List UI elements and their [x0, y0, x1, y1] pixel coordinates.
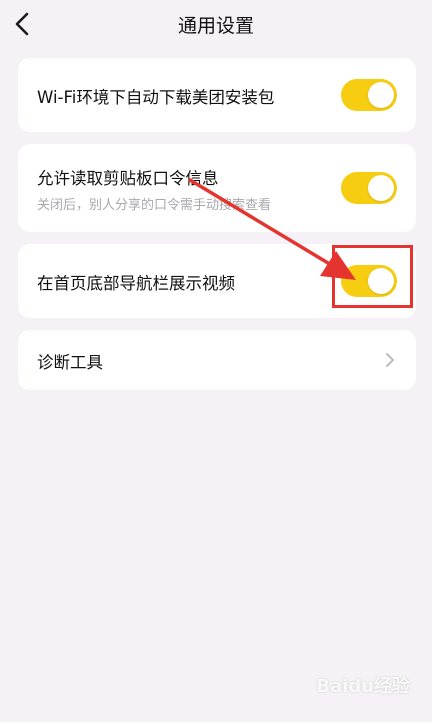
chevron-right-icon: [386, 353, 394, 367]
watermark: Baidu经验: [316, 676, 410, 697]
clipboard-label: 允许读取剪贴板口令信息: [37, 169, 219, 188]
toggle-knob: [368, 268, 394, 294]
nav-video-toggle[interactable]: [341, 265, 397, 297]
wifi-download-label: Wi-Fi环境下自动下载美团安装包: [37, 88, 275, 107]
page-title: 通用设置: [177, 15, 254, 37]
header: 通用设置: [0, 0, 432, 48]
toggle-knob: [368, 175, 394, 201]
clipboard-description: 关闭后，别人分享的口令需手动搜索查看: [37, 198, 272, 213]
wifi-download-toggle[interactable]: [341, 79, 397, 111]
diagnostics-item[interactable]: 诊断工具: [18, 330, 416, 390]
general-settings-screen: 通用设置 Wi-Fi环境下自动下载美团安装包 允许读取剪贴板口令信息 关闭后，别…: [0, 0, 432, 722]
clipboard-toggle[interactable]: [341, 172, 397, 204]
clipboard-setting: 允许读取剪贴板口令信息 关闭后，别人分享的口令需手动搜索查看: [18, 144, 416, 232]
toggle-knob: [368, 82, 394, 108]
nav-video-label: 在首页底部导航栏展示视频: [37, 274, 235, 293]
wifi-download-setting: Wi-Fi环境下自动下载美团安装包: [18, 58, 416, 132]
nav-video-setting: 在首页底部导航栏展示视频: [18, 244, 416, 318]
diagnostics-label: 诊断工具: [37, 353, 103, 372]
